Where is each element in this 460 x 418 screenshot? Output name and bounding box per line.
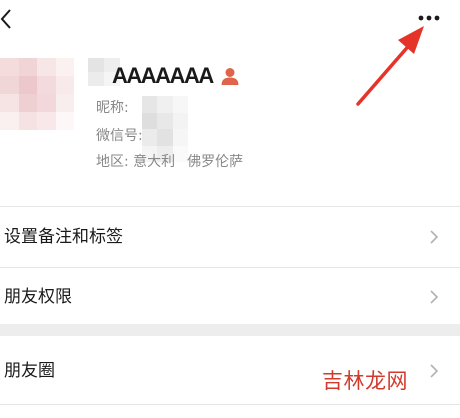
back-button[interactable] <box>0 6 20 32</box>
region-city: 佛罗伦萨 <box>187 154 244 170</box>
nickname-line: 昵称: <box>96 99 129 117</box>
chevron-left-icon <box>0 9 11 29</box>
avatar[interactable] <box>0 58 74 130</box>
divider <box>0 206 460 207</box>
row-label: 朋友权限 <box>4 287 72 307</box>
wechat-id-label: 微信号: <box>96 128 143 144</box>
watermark: 吉林龙网 <box>322 369 408 393</box>
display-name: AAAAAAA <box>112 63 214 88</box>
nickname-label: 昵称: <box>96 100 129 116</box>
friend-permissions-row[interactable]: 朋友权限 <box>0 268 460 326</box>
chevron-right-icon <box>430 364 439 378</box>
divider <box>0 404 460 405</box>
wechat-id-line: 微信号: <box>96 127 143 145</box>
person-silhouette-icon <box>220 66 240 86</box>
region-line: 地区: 意大利 佛罗伦萨 <box>96 153 243 171</box>
row-label: 设置备注和标签 <box>4 227 123 247</box>
section-separator <box>0 324 460 336</box>
chevron-right-icon <box>430 230 439 244</box>
contact-profile-page: AAAAAAA 昵称: 微信号: 地区: 意大利 佛罗伦萨 设置备注和标签 朋友权… <box>0 0 460 418</box>
more-horizontal-icon <box>418 15 440 21</box>
more-options-button[interactable] <box>414 8 444 28</box>
row-label: 朋友圈 <box>4 361 55 381</box>
set-remark-and-tags-row[interactable]: 设置备注和标签 <box>0 208 460 266</box>
region-country: 意大利 <box>133 154 176 170</box>
region-label: 地区: <box>96 154 129 170</box>
chevron-right-icon <box>430 290 439 304</box>
